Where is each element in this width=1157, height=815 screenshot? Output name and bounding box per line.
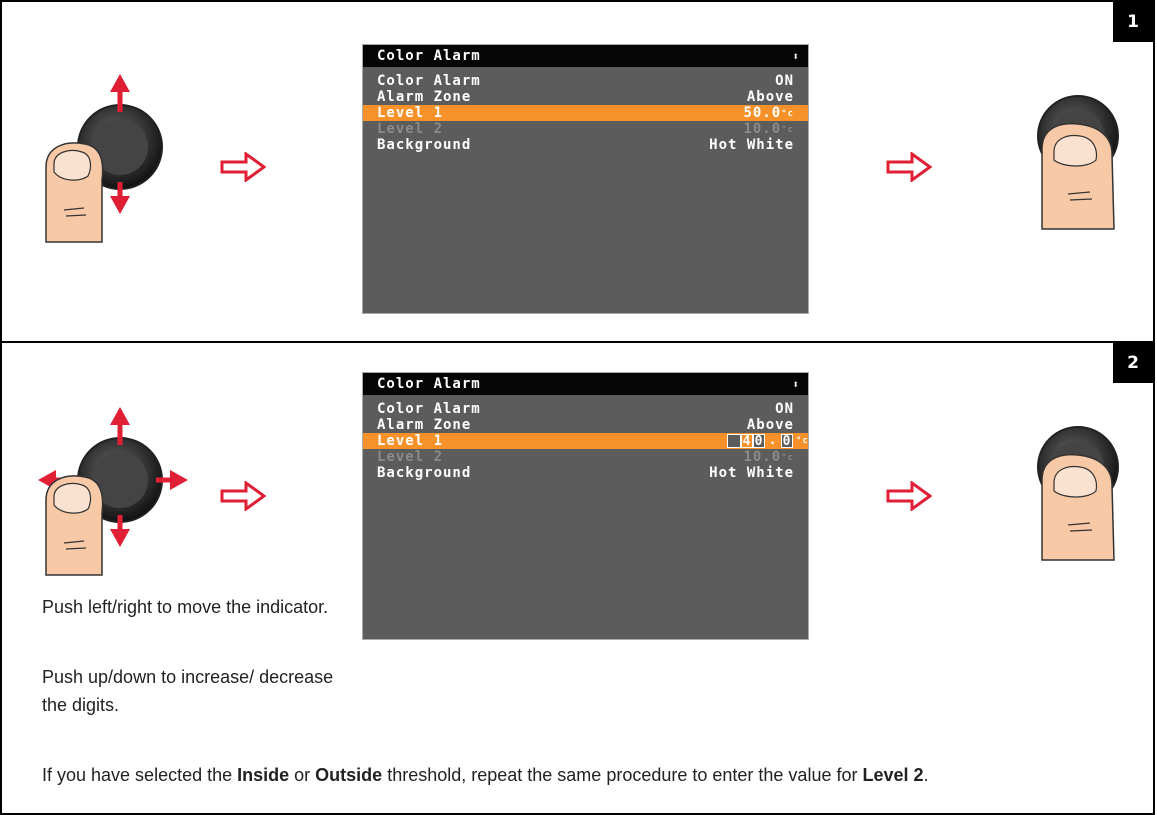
menu-row-color-alarm[interactable]: Color Alarm ON (363, 401, 808, 417)
row-label: Level 2 (377, 449, 444, 465)
row-label: Level 1 (377, 105, 444, 121)
screen-title: Color Alarm (377, 376, 481, 392)
footnote-text: or (289, 765, 316, 785)
device-screen: Color Alarm ⬍ Color Alarm ON Alarm Zone … (362, 44, 809, 314)
row-value: ON (775, 73, 794, 89)
digit-cell[interactable] (727, 434, 741, 448)
menu-row-alarm-zone[interactable]: Alarm Zone Above (363, 417, 808, 433)
menu-row-level-2: Level 2 10.0°c (363, 121, 808, 137)
row-value: Above (746, 89, 794, 105)
row-value: 10.0 (743, 121, 782, 137)
screen-title-bar: Color Alarm ⬍ (363, 45, 808, 67)
row-label: Background (377, 465, 472, 481)
step-number-badge: 1 (1113, 2, 1153, 42)
updown-icon: ⬍ (792, 377, 800, 391)
menu-row-level-2: Level 2 10.0°c (363, 449, 808, 465)
joystick-4way-icon (38, 407, 188, 576)
next-arrow-icon (220, 481, 266, 511)
joystick-updown-icon (45, 74, 163, 243)
row-label: Color Alarm (377, 401, 481, 417)
footnote-inside: Inside (237, 765, 290, 785)
menu-row-background[interactable]: Background Hot White (363, 465, 808, 481)
updown-icon: ⬍ (792, 49, 800, 63)
row-value: 10.0 (743, 449, 782, 465)
row-value: 50.0 (743, 105, 782, 121)
menu-row-color-alarm[interactable]: Color Alarm ON (363, 73, 808, 89)
digit-cell[interactable]: 0 (781, 434, 793, 449)
next-arrow-icon (886, 481, 932, 511)
row-value: Hot White (709, 137, 794, 153)
row-label: Level 2 (377, 121, 444, 137)
decimal-point: . (768, 433, 778, 448)
menu-row-level-1[interactable]: Level 1 50.0°c (363, 105, 808, 121)
menu-row-alarm-zone[interactable]: Alarm Zone Above (363, 89, 808, 105)
screen-title-bar: Color Alarm ⬍ (363, 373, 808, 395)
step-number-badge: 2 (1113, 343, 1153, 383)
unit-label: °c (781, 453, 794, 463)
screen-title: Color Alarm (377, 48, 481, 64)
footnote-level-2: Level 2 (862, 765, 924, 785)
unit-label: °c (796, 436, 809, 446)
footnote-outside: Outside (315, 765, 383, 785)
row-label: Level 1 (377, 433, 444, 449)
row-value: ON (775, 401, 794, 417)
next-arrow-icon (220, 152, 266, 182)
row-label: Alarm Zone (377, 417, 472, 433)
footnote-text: If you have selected the (42, 765, 238, 785)
device-screen: Color Alarm ⬍ Color Alarm ON Alarm Zone … (362, 372, 809, 640)
step-1-panel: 1 Color Alarm ⬍ Color Alarm ON Alarm Zon… (0, 0, 1155, 343)
digit-cell-active[interactable]: 4 (741, 434, 753, 449)
footnote-text: threshold, repeat the same procedure to … (382, 765, 863, 785)
footnote-text: . (923, 765, 929, 785)
caption-up-down: Push up/down to increase/ decrease the d… (42, 667, 334, 715)
next-arrow-icon (886, 152, 932, 182)
row-label: Background (377, 137, 472, 153)
menu-row-background[interactable]: Background Hot White (363, 137, 808, 153)
joystick-press-icon (1037, 426, 1119, 561)
row-value: Above (746, 417, 794, 433)
row-label: Alarm Zone (377, 89, 472, 105)
caption-left-right: Push left/right to move the indicator. (42, 597, 329, 617)
unit-label: °c (781, 125, 794, 135)
digit-cell[interactable]: 0 (753, 434, 765, 449)
row-value: Hot White (709, 465, 794, 481)
unit-label: °c (781, 109, 794, 119)
row-label: Color Alarm (377, 73, 481, 89)
joystick-press-icon (1037, 95, 1119, 230)
footnote: If you have selected the Inside or Outsi… (42, 761, 1122, 789)
step-2-panel: 2 Color Alarm ⬍ Color Alarm ON Alarm Zon… (0, 341, 1155, 815)
menu-row-level-1-editing[interactable]: Level 1 4 0 . 0 °c (363, 433, 808, 449)
digit-editor[interactable]: 4 0 . 0 °c (724, 433, 808, 449)
